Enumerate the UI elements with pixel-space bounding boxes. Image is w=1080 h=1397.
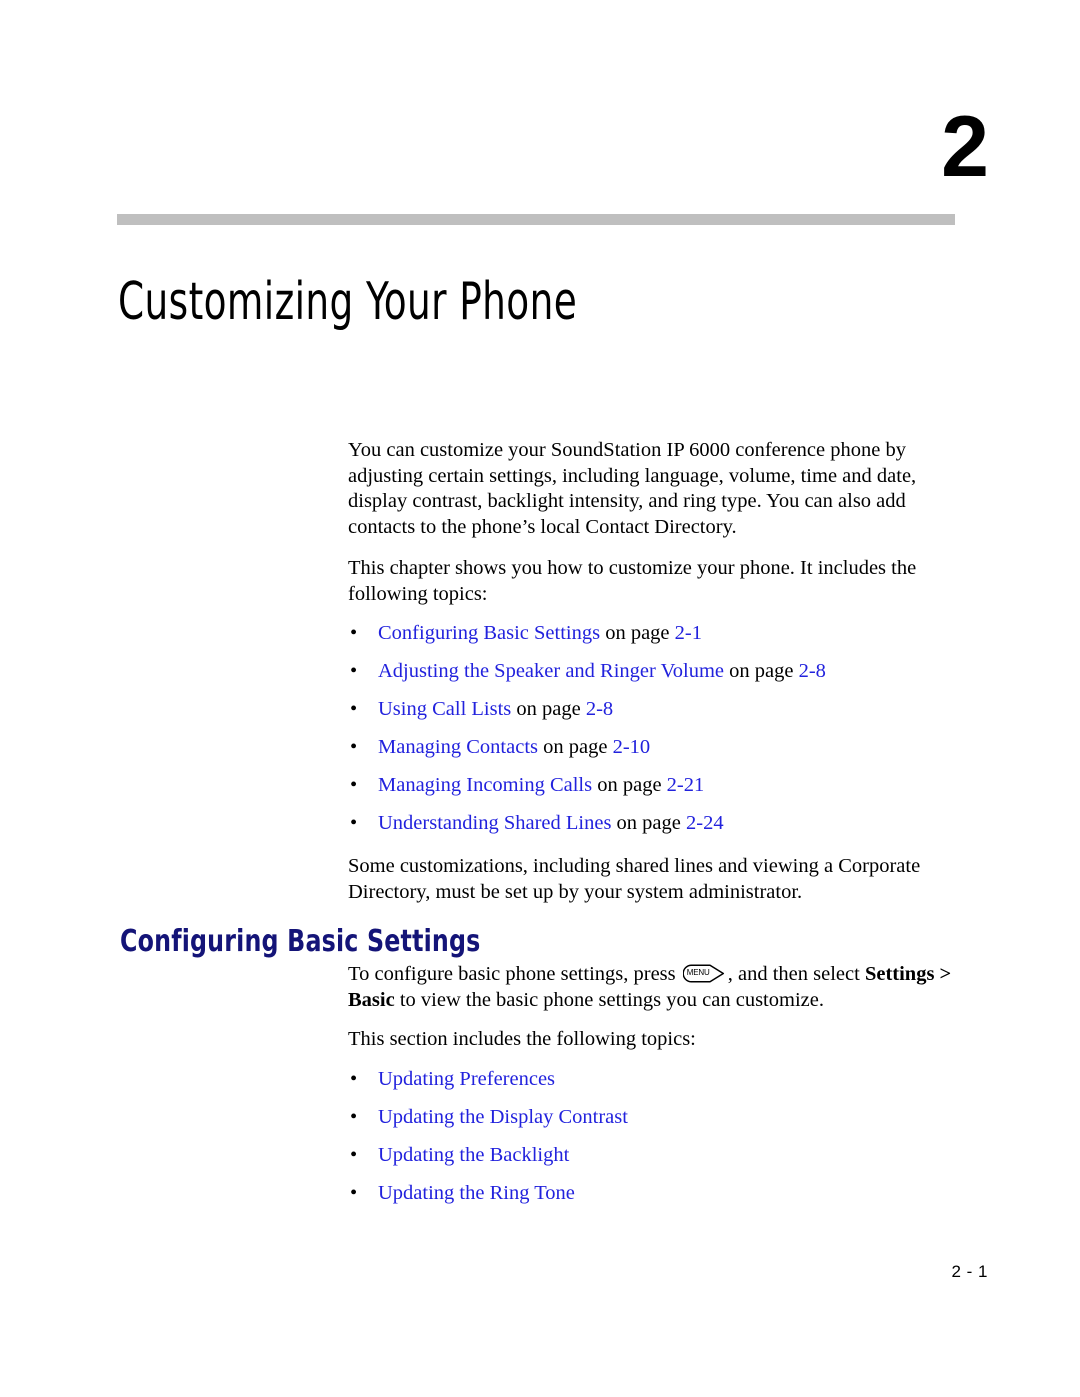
footer-page-number: 2 - 1 (951, 1262, 988, 1281)
chapter-topic-item: • Managing Incoming Calls on page 2-21 (348, 773, 956, 798)
chapter-number: 2 (941, 99, 989, 195)
chapter-topic-connector: on page (600, 622, 675, 644)
chapter-topic-page-number[interactable]: 2-24 (686, 812, 724, 834)
section-topic-link[interactable]: Updating the Display Contrast (378, 1106, 628, 1128)
instruction-text-before-key: To configure basic phone settings, press (348, 963, 681, 985)
bullet-glyph-icon: • (350, 1143, 358, 1166)
chapter-topic-link[interactable]: Adjusting the Speaker and Ringer Volume (378, 660, 724, 682)
document-page: 2 Customizing Your Phone You can customi… (0, 0, 1080, 1397)
chapter-topic-connector: on page (538, 736, 613, 758)
bullet-glyph-icon: • (350, 1181, 358, 1204)
chapter-topic-page-number[interactable]: 2-10 (613, 736, 651, 758)
bullet-glyph-icon: • (350, 812, 358, 834)
chapter-topic-page-number[interactable]: 2-8 (586, 698, 613, 720)
chapter-intro-block: You can customize your SoundStation IP 6… (348, 438, 956, 905)
chapter-topic-link[interactable]: Managing Contacts (378, 736, 538, 758)
section-topics-lead-in: This section includes the following topi… (348, 1028, 696, 1050)
section-topic-link[interactable]: Updating the Ring Tone (378, 1182, 575, 1204)
bullet-glyph-icon: • (350, 660, 358, 682)
instruction-text-after-key: , and then select (727, 963, 865, 985)
chapter-topic-item: • Understanding Shared Lines on page 2-24 (348, 811, 956, 836)
chapter-topic-link[interactable]: Configuring Basic Settings (378, 622, 600, 644)
chapter-topic-item: • Managing Contacts on page 2-10 (348, 735, 956, 760)
chapter-topic-item: • Adjusting the Speaker and Ringer Volume… (348, 659, 956, 684)
section-topic-item: • Updating Preferences (348, 1067, 956, 1092)
bullet-glyph-icon: • (350, 698, 358, 720)
menu-key-label: MENU (686, 968, 710, 977)
bullet-glyph-icon: • (350, 736, 358, 758)
intro-paragraph-2: This chapter shows you how to customize … (348, 557, 917, 605)
section-topic-item: • Updating the Display Contrast (348, 1105, 956, 1130)
chapter-topic-link[interactable]: Using Call Lists (378, 698, 511, 720)
section-topic-item: • Updating the Backlight (348, 1143, 956, 1168)
chapter-topics-list: • Configuring Basic Settings on page 2-1 •… (348, 621, 956, 836)
chapter-topic-connector: on page (611, 812, 686, 834)
section-body-block: To configure basic phone settings, press… (348, 962, 956, 1206)
bullet-glyph-icon: • (350, 1067, 358, 1090)
menu-key-icon: MENU (682, 964, 725, 983)
chapter-topic-item: • Using Call Lists on page 2-8 (348, 697, 956, 722)
section-topic-link[interactable]: Updating Preferences (378, 1068, 555, 1090)
chapter-topic-connector: on page (592, 774, 667, 796)
chapter-topic-connector: on page (511, 698, 586, 720)
chapter-topic-link[interactable]: Understanding Shared Lines (378, 812, 611, 834)
section-instruction-paragraph: To configure basic phone settings, press… (348, 962, 956, 1013)
section-topic-link[interactable]: Updating the Backlight (378, 1144, 569, 1166)
bullet-glyph-icon: • (350, 774, 358, 796)
bullet-glyph-icon: • (350, 622, 358, 644)
section-topic-item: • Updating the Ring Tone (348, 1181, 956, 1206)
chapter-title: Customizing Your Phone (118, 271, 578, 332)
section-heading-configuring-basic-settings: Configuring Basic Settings (120, 923, 481, 959)
bullet-glyph-icon: • (350, 1105, 358, 1128)
chapter-topic-link[interactable]: Managing Incoming Calls (378, 774, 592, 796)
chapter-divider-rule (117, 214, 955, 225)
note-paragraph: Some customizations, including shared li… (348, 855, 921, 903)
chapter-topic-item: • Configuring Basic Settings on page 2-1 (348, 621, 956, 646)
chapter-topic-page-number[interactable]: 2-1 (675, 622, 702, 644)
instruction-text-tail: to view the basic phone settings you can… (394, 988, 824, 1011)
intro-paragraph-1: You can customize your SoundStation IP 6… (348, 439, 917, 538)
chapter-topic-page-number[interactable]: 2-8 (799, 660, 826, 682)
chapter-topic-connector: on page (724, 660, 799, 682)
chapter-topic-page-number[interactable]: 2-21 (667, 774, 705, 796)
section-topics-list: • Updating Preferences • Updating the Displ… (348, 1067, 956, 1206)
